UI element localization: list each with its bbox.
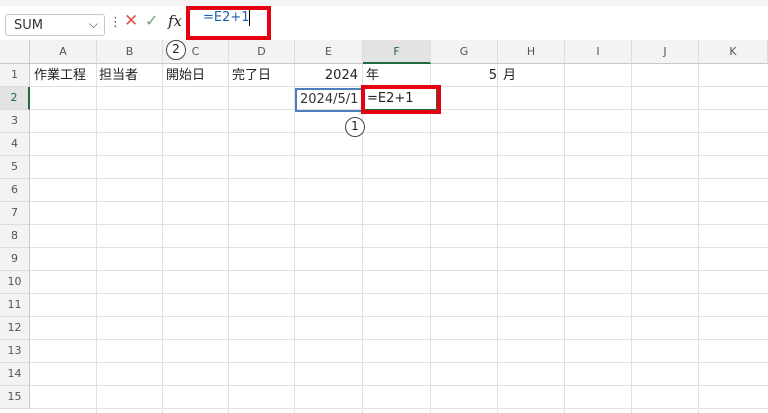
gridline-row (30, 385, 768, 386)
gridline-row (30, 339, 768, 340)
gridline-row (30, 293, 768, 294)
gridline-col (362, 64, 363, 413)
cell-E2: 2024/5/1 (300, 92, 359, 107)
gridline-row (30, 155, 768, 156)
gridline-row (30, 201, 768, 202)
row-header-10[interactable]: 10 (0, 271, 30, 294)
column-header-K[interactable]: K (699, 40, 768, 64)
row-header-1[interactable]: 1 (0, 64, 30, 87)
step-marker-1: 1 (345, 117, 365, 137)
column-header-J[interactable]: J (632, 40, 699, 64)
formula-input[interactable] (186, 12, 768, 38)
row-header-6[interactable]: 6 (0, 179, 30, 202)
gridline-col (228, 64, 229, 413)
select-all-corner[interactable] (0, 40, 30, 64)
cell-E1[interactable]: 2024 (297, 65, 358, 87)
column-header-B[interactable]: B (97, 40, 163, 64)
gridline-row (30, 247, 768, 248)
row-header-7[interactable]: 7 (0, 202, 30, 225)
column-header-A[interactable]: A (30, 40, 97, 64)
column-header-I[interactable]: I (565, 40, 632, 64)
name-box-value: SUM (14, 18, 43, 33)
gridline-row (30, 224, 768, 225)
cell-B1[interactable]: 担当者 (99, 65, 138, 87)
row-header-2[interactable]: 2 (0, 87, 30, 110)
cell-C1[interactable]: 開始日 (166, 65, 205, 87)
row-header-15[interactable]: 15 (0, 386, 30, 409)
gridline-row (30, 362, 768, 363)
gridline-col (497, 64, 498, 413)
row-header-13[interactable]: 13 (0, 340, 30, 363)
row-header-12[interactable]: 12 (0, 317, 30, 340)
highlight-cell-F2 (361, 85, 441, 114)
column-header-E[interactable]: E (295, 40, 363, 64)
step-marker-2: 2 (166, 40, 186, 60)
more-options-icon[interactable]: ⋮ (109, 15, 122, 30)
column-header-H[interactable]: H (498, 40, 565, 64)
insert-function-icon[interactable]: fx (168, 12, 182, 30)
row-header-5[interactable]: 5 (0, 156, 30, 179)
formula-bar: SUM ⌵ ⋮ ✕ ✓ fx (0, 6, 768, 40)
gridline-col (698, 64, 699, 413)
row-header-11[interactable]: 11 (0, 294, 30, 317)
gridline-row (30, 178, 768, 179)
gridline-row (30, 316, 768, 317)
gridline-col (430, 64, 431, 413)
cancel-icon[interactable]: ✕ (124, 11, 138, 31)
gridline-row (30, 132, 768, 133)
cell-A1[interactable]: 作業工程 (34, 65, 86, 87)
cell-D1[interactable]: 完了日 (232, 65, 271, 87)
column-header-G[interactable]: G (431, 40, 498, 64)
gridline-col (162, 64, 163, 413)
row-header-8[interactable]: 8 (0, 225, 30, 248)
gridline-col (96, 64, 97, 413)
gridline-row (30, 270, 768, 271)
name-box[interactable]: SUM ⌵ (5, 14, 105, 36)
gridline-col (631, 64, 632, 413)
highlight-formula-box (186, 6, 271, 40)
row-header-3[interactable]: 3 (0, 110, 30, 133)
enter-check-icon[interactable]: ✓ (145, 11, 158, 30)
row-header-4[interactable]: 4 (0, 133, 30, 156)
chevron-down-icon[interactable]: ⌵ (89, 17, 98, 32)
column-header-F[interactable]: F (363, 40, 431, 64)
row-header-9[interactable]: 9 (0, 248, 30, 271)
gridline-col (294, 64, 295, 413)
row-header-14[interactable]: 14 (0, 363, 30, 386)
cell-H1[interactable]: 月 (503, 65, 516, 87)
column-header-D[interactable]: D (229, 40, 295, 64)
gridline-row (30, 408, 768, 409)
cell-F1[interactable]: 年 (366, 65, 379, 87)
gridline-col (564, 64, 565, 413)
cell-G1[interactable]: 5 (433, 65, 497, 87)
